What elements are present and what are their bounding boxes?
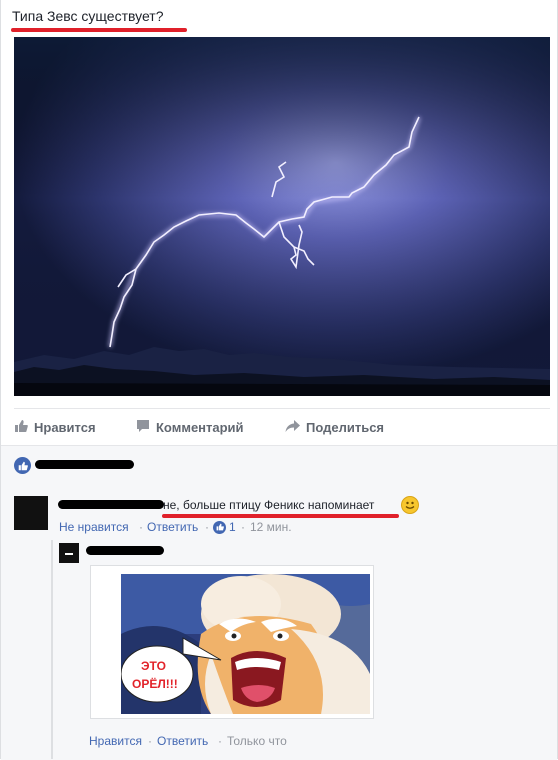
commenter-avatar[interactable] [14, 496, 48, 530]
reply-thread-line [51, 540, 53, 759]
redacted-liker-name [35, 460, 134, 469]
reply-like-link[interactable]: Нравится [89, 734, 142, 748]
separator-dot: · [148, 734, 152, 748]
smiley-icon [401, 496, 419, 514]
comment-action[interactable]: Комментарий [136, 419, 244, 436]
like-count-value: 1 [229, 520, 236, 534]
comment-time: 12 мин. [250, 520, 292, 534]
highlight-underline [11, 28, 187, 32]
post-text: Типа Зевс существует? [12, 8, 164, 24]
comment-action-label: Комментарий [156, 420, 244, 435]
thumbs-up-icon [213, 520, 226, 534]
separator-dot: · [205, 520, 209, 534]
post-action-bar: Нравится Комментарий Поделиться [14, 408, 550, 445]
redacted-reply-name [86, 546, 164, 555]
comment-like-count[interactable]: 1 [213, 520, 236, 534]
comment-text: не, больше птицу Феникс напоминает [163, 498, 375, 512]
share-action-label: Поделиться [306, 420, 385, 435]
reply-link[interactable]: Ответить [147, 520, 198, 534]
meme-text-line2: ОРЁЛ!!! [132, 676, 178, 691]
separator-dot: · [241, 520, 245, 534]
redacted-commenter-name [58, 500, 164, 509]
comment-icon [136, 419, 150, 436]
reply-time: Только что [227, 734, 287, 748]
like-action[interactable]: Нравится [14, 419, 96, 436]
likes-thumbs-up-icon[interactable] [14, 457, 31, 474]
share-icon [285, 419, 300, 436]
separator-dot: · [139, 520, 143, 534]
unlike-link[interactable]: Не нравится [59, 520, 129, 534]
separator-dot: · [218, 734, 222, 748]
share-action[interactable]: Поделиться [285, 419, 384, 436]
lightning-photo[interactable] [14, 37, 550, 396]
comment-highlight-underline [162, 514, 399, 518]
like-action-label: Нравится [34, 420, 96, 435]
zeus-meme-image[interactable]: ЭТО ОРЁЛ!!! [121, 574, 370, 714]
reply-avatar[interactable] [59, 543, 79, 563]
meme-text-line1: ЭТО [141, 659, 166, 673]
reply-reply-link[interactable]: Ответить [157, 734, 208, 748]
thumbs-up-icon [14, 419, 28, 436]
